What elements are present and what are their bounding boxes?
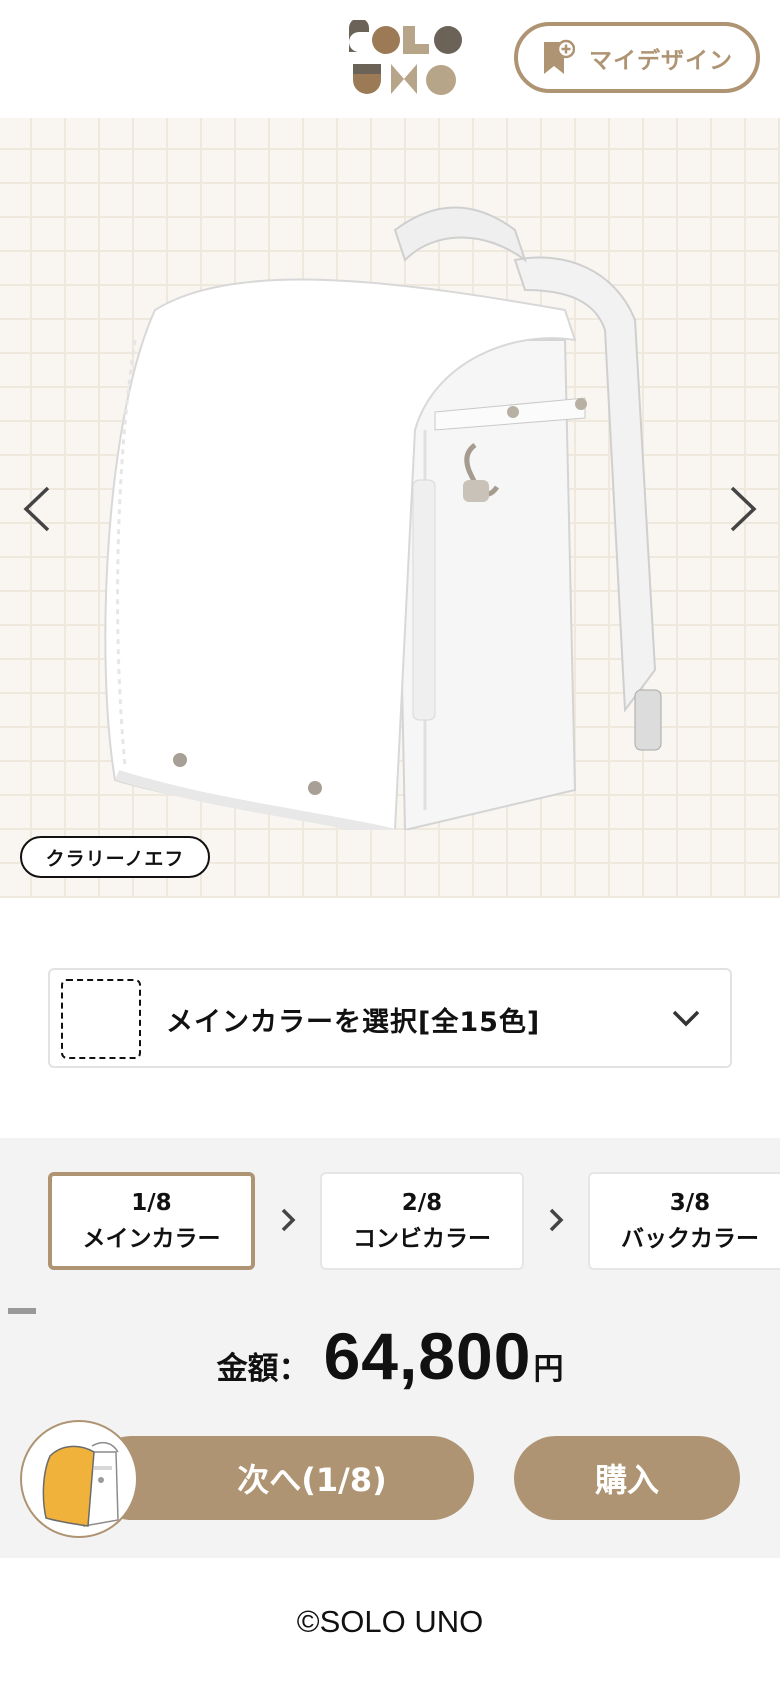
order-panel: 1/8 メインカラー 2/8 コンビカラー 3/8 バックカラー 金額： 64,… [0, 1138, 780, 1558]
my-design-label: マイデザイン [589, 47, 733, 74]
randoseru-bag-image [104, 206, 662, 830]
step-progress-fill [8, 1308, 36, 1314]
step-progress-bar [8, 1308, 772, 1314]
bag-thumbnail [20, 1420, 138, 1538]
next-step-button[interactable]: 次へ(1/8) [90, 1436, 474, 1520]
bookmark-plus-icon [544, 39, 575, 74]
solo-uno-logo[interactable] [343, 20, 465, 100]
step-combi-color[interactable]: 2/8 コンビカラー [320, 1172, 524, 1270]
chevron-right-icon [549, 1208, 564, 1232]
header: マイデザイン [0, 0, 780, 118]
step-number: 1/8 [131, 1190, 172, 1216]
step-label: メインカラー [82, 1226, 221, 1252]
step-main-color[interactable]: 1/8 メインカラー [48, 1172, 255, 1270]
step-number: 3/8 [669, 1190, 711, 1216]
chevron-down-icon [672, 1010, 700, 1027]
price-label: 金額： [216, 1351, 310, 1387]
copyright-text: ©SOLO UNO [296, 1604, 484, 1639]
footer: ©SOLO UNO [0, 1558, 780, 1686]
chevron-left-icon[interactable] [18, 482, 58, 536]
bag-thumbnail-image [42, 1441, 119, 1527]
main-color-select-label: メインカラーを選択[全15色] [166, 1007, 541, 1038]
next-step-label: 次へ(1/8) [237, 1461, 387, 1499]
price-value: 64,800 [323, 1319, 532, 1393]
buy-label: 購入 [594, 1461, 659, 1499]
chevron-right-icon[interactable] [722, 482, 762, 536]
price-unit: 円 [533, 1352, 564, 1387]
model-name-badge: クラリーノエフ [20, 836, 210, 878]
my-design-button[interactable]: マイデザイン [514, 22, 760, 93]
color-selector-area: メインカラーを選択[全15色] [0, 898, 780, 1138]
step-back-color[interactable]: 3/8 バックカラー [588, 1172, 780, 1270]
chevron-right-icon [281, 1208, 296, 1232]
step-number: 2/8 [401, 1190, 443, 1216]
main-color-select[interactable]: メインカラーを選択[全15色] [48, 968, 732, 1068]
step-label: コンビカラー [353, 1226, 491, 1252]
step-label: バックカラー [621, 1226, 759, 1252]
price-row: 金額： 64,800 円 [0, 1318, 780, 1408]
product-preview: クラリーノエフ [0, 118, 780, 898]
color-swatch-placeholder [61, 979, 141, 1059]
buy-button[interactable]: 購入 [514, 1436, 740, 1520]
